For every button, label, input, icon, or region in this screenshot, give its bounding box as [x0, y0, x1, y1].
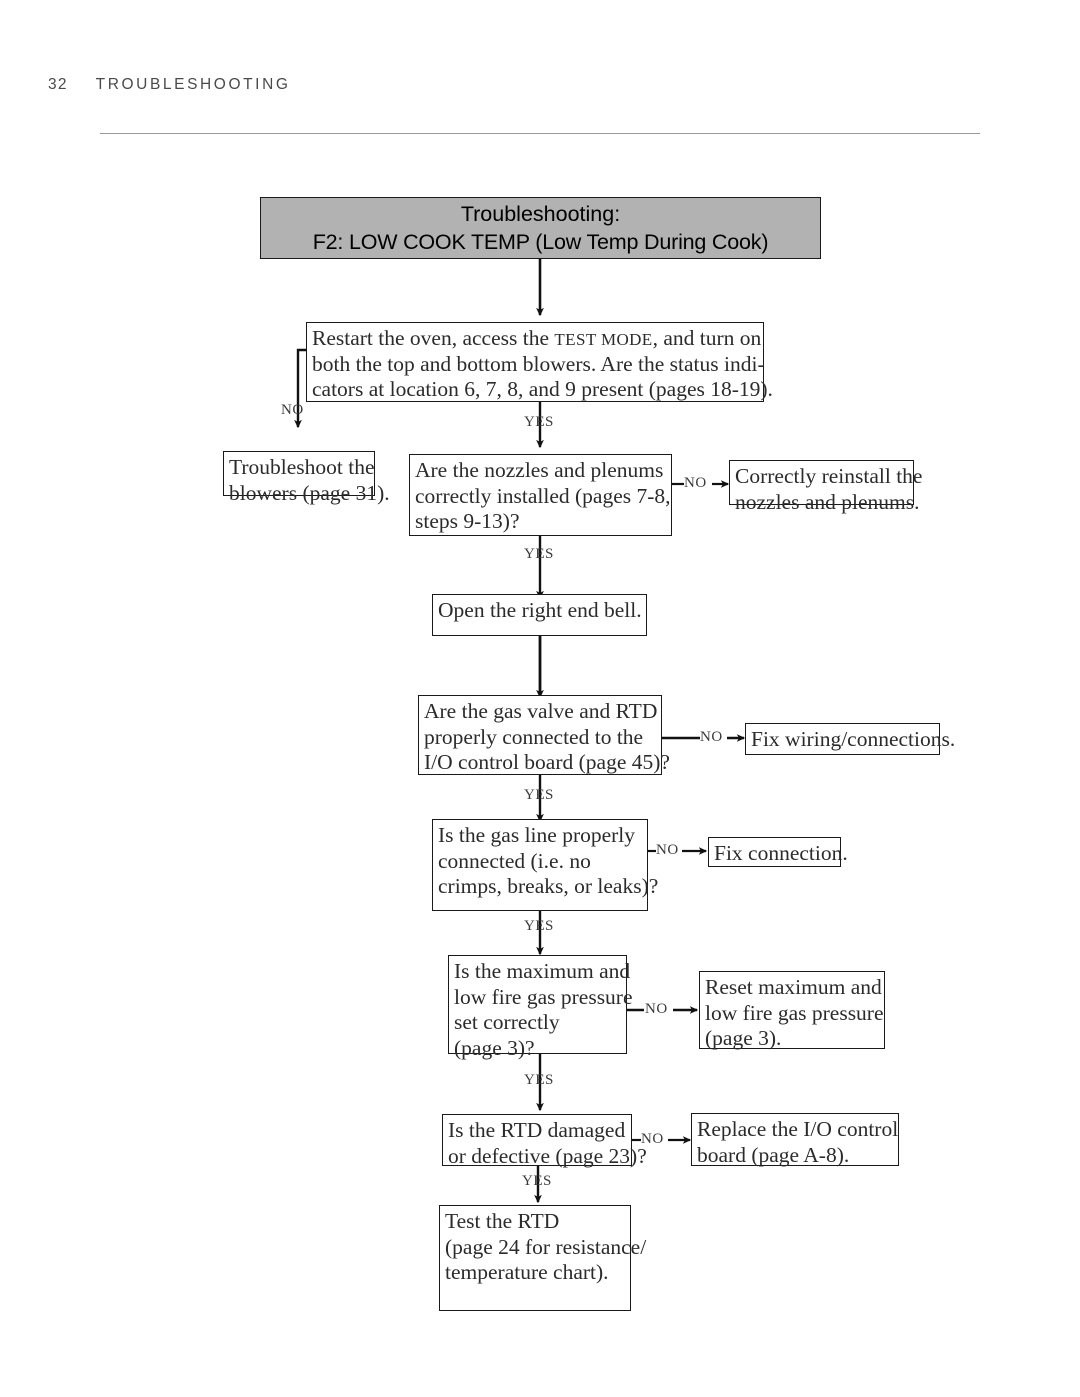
node-reset-gas-pressure-line1: Reset maximum and — [705, 975, 882, 999]
node-nozzles-plenums-check-line1: Are the nozzles and plenums — [415, 458, 664, 482]
troubleshooting-flowchart: Troubleshooting: F2: LOW COOK TEMP (Low … — [0, 0, 1080, 1397]
node-gas-pressure-check-line4: (page 3)? — [454, 1035, 535, 1060]
flowchart-title-banner: Troubleshooting: F2: LOW COOK TEMP (Low … — [260, 197, 821, 259]
node-reinstall-nozzles-line2: nozzles and plenums. — [735, 489, 920, 514]
node-nozzles-plenums-check: Are the nozzles and plenums correctly in… — [409, 454, 672, 536]
node-fix-connection-line1: Fix connection. — [714, 841, 848, 865]
node-test-rtd: Test the RTD (page 24 for resistance/ te… — [439, 1205, 647, 1311]
edge-label-no-pressure: NO — [645, 1001, 668, 1017]
node-test-rtd-line3: temperature chart). — [445, 1260, 609, 1285]
edge-label-no-nozzles: NO — [684, 475, 707, 491]
edge-label-yes-restart: YES — [524, 414, 554, 430]
node-restart-oven-text-a: Restart the oven, access the — [312, 326, 555, 350]
node-gas-pressure-check-line1: Is the maximum and — [454, 959, 631, 983]
edge-label-yes-pressure: YES — [524, 1072, 554, 1088]
node-gas-pressure-check-line3: set correctly — [454, 1010, 560, 1035]
node-restart-oven-line1: Restart the oven, access the TEST MODE, … — [312, 326, 762, 352]
node-troubleshoot-blowers: Troubleshoot the blowers (page 31). — [223, 451, 390, 505]
node-open-end-bell: Open the right end bell. — [432, 594, 647, 636]
node-open-end-bell-line1: Open the right end bell. — [438, 598, 642, 622]
node-troubleshoot-blowers-line1: Troubleshoot the — [229, 455, 375, 479]
node-gas-line-check-line1: Is the gas line properly — [438, 823, 636, 847]
node-replace-io-board-line1: Replace the I/O control — [697, 1117, 899, 1141]
node-gas-valve-rtd-check-line2: properly connected to the — [424, 724, 644, 749]
node-gas-pressure-check: Is the maximum and low fire gas pressure… — [448, 955, 633, 1060]
node-test-rtd-line2: (page 24 for resistance/ — [445, 1234, 647, 1259]
node-gas-valve-rtd-check-line1: Are the gas valve and RTD — [424, 699, 658, 723]
node-restart-oven-text-b: , and turn on — [652, 326, 762, 350]
edge-label-no-gasline: NO — [656, 842, 679, 858]
node-test-rtd-line1: Test the RTD — [445, 1209, 560, 1233]
flowchart-title-line2: F2: LOW COOK TEMP (Low Temp During Cook) — [312, 230, 769, 254]
node-replace-io-board: Replace the I/O control board (page A-8)… — [691, 1113, 899, 1167]
node-reset-gas-pressure: Reset maximum and low fire gas pressure … — [699, 971, 885, 1051]
edge-label-yes-gasvalve: YES — [524, 787, 554, 803]
node-restart-oven-line2: both the top and bottom blowers. Are the… — [312, 351, 765, 376]
node-gas-line-check-line3: crimps, breaks, or leaks)? — [438, 874, 659, 899]
node-reinstall-nozzles-line1: Correctly reinstall the — [735, 464, 923, 488]
node-troubleshoot-blowers-line2: blowers (page 31). — [229, 480, 390, 505]
node-gas-pressure-check-line2: low fire gas pressure — [454, 984, 633, 1009]
node-restart-oven-testmode: TEST MODE — [554, 330, 653, 349]
node-restart-oven: Restart the oven, access the TEST MODE, … — [306, 322, 773, 402]
node-rtd-damaged-check: Is the RTD damaged or defective (page 23… — [442, 1114, 647, 1168]
node-gas-valve-rtd-check-line3: I/O control board (page 45)? — [424, 750, 670, 775]
node-fix-wiring-line1: Fix wiring/connections. — [751, 727, 956, 751]
node-rtd-damaged-check-line2: or defective (page 23)? — [448, 1143, 647, 1168]
node-rtd-damaged-check-line1: Is the RTD damaged — [448, 1118, 626, 1142]
node-reset-gas-pressure-line2: low fire gas pressure — [705, 1000, 884, 1025]
node-fix-connection: Fix connection. — [708, 837, 848, 867]
node-gas-valve-rtd-check: Are the gas valve and RTD properly conne… — [418, 695, 670, 775]
node-restart-oven-line3: cators at location 6, 7, 8, and 9 presen… — [312, 377, 773, 402]
edge-label-no-gasvalve: NO — [700, 729, 723, 745]
edge-label-yes-nozzles: YES — [524, 546, 554, 562]
edge-label-no-rtd: NO — [641, 1131, 664, 1147]
edge-label-yes-rtd: YES — [522, 1173, 552, 1189]
node-fix-wiring: Fix wiring/connections. — [745, 723, 956, 755]
flowchart-title-line1: Troubleshooting: — [460, 201, 621, 226]
node-gas-line-check-line2: connected (i.e. no — [438, 848, 591, 873]
node-replace-io-board-line2: board (page A-8). — [697, 1142, 850, 1167]
node-reinstall-nozzles: Correctly reinstall the nozzles and plen… — [729, 460, 923, 514]
edge-label-yes-gasline: YES — [524, 918, 554, 934]
node-gas-line-check: Is the gas line properly connected (i.e.… — [432, 819, 659, 911]
node-reset-gas-pressure-line3: (page 3). — [705, 1026, 782, 1051]
node-nozzles-plenums-check-line3: steps 9-13)? — [415, 509, 520, 534]
edge-label-no-restart: NO — [281, 402, 304, 418]
node-nozzles-plenums-check-line2: correctly installed (pages 7-8, — [415, 483, 671, 508]
